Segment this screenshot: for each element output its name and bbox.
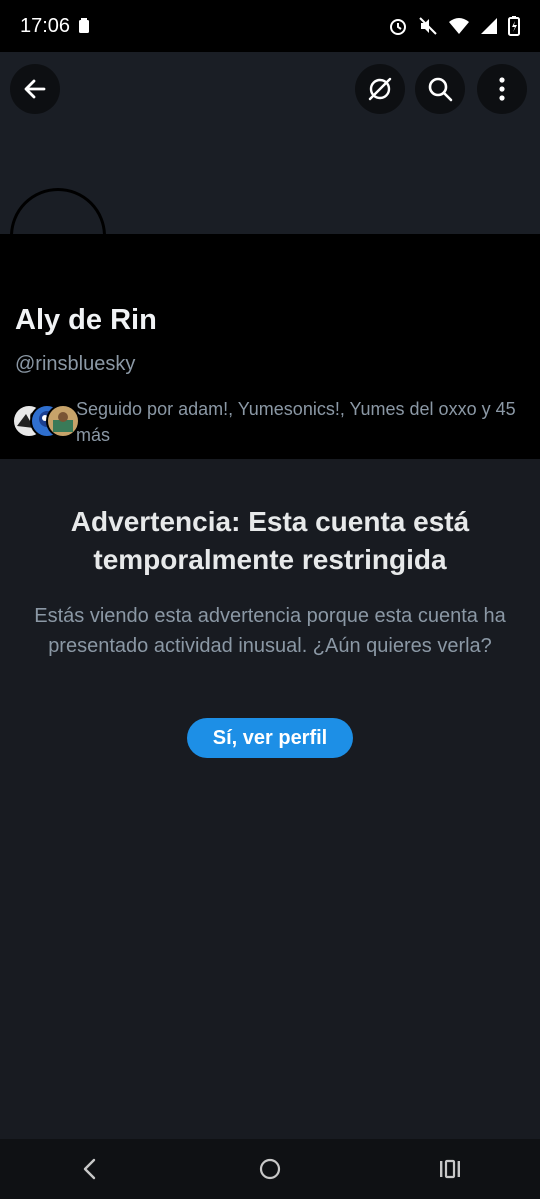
back-button[interactable] xyxy=(10,64,60,114)
avatar[interactable] xyxy=(10,188,106,234)
avatar-ring xyxy=(10,188,106,234)
feed-toggle-button[interactable] xyxy=(355,64,405,114)
display-name: Aly de Rin xyxy=(15,304,157,336)
followed-by-row[interactable]: Seguido por adam!, Yumesonics!, Yumes de… xyxy=(12,396,532,448)
status-bar: 17:06 xyxy=(0,0,540,52)
alarm-icon xyxy=(390,19,406,35)
follower-avatars xyxy=(12,404,80,440)
mute-icon xyxy=(419,17,437,35)
search-icon xyxy=(428,77,453,102)
warning-title: Advertencia: Esta cuenta está temporalme… xyxy=(70,506,470,575)
search-button[interactable] xyxy=(415,64,465,114)
battery-saver-icon xyxy=(79,18,90,33)
nav-back-icon xyxy=(83,1158,96,1180)
battery-charging-icon xyxy=(508,16,520,36)
followed-by-text: Seguido por adam!, Yumesonics!, Yumes de… xyxy=(76,399,516,445)
status-right xyxy=(388,16,520,36)
feed-off-icon xyxy=(368,77,392,101)
more-options-button[interactable] xyxy=(477,64,527,114)
user-handle: @rinsbluesky xyxy=(15,353,136,375)
nav-recents-button[interactable] xyxy=(420,1139,480,1199)
view-profile-button[interactable]: Sí, ver perfil xyxy=(187,718,353,758)
more-vertical-icon xyxy=(499,77,505,101)
status-time: 17:06 xyxy=(20,14,71,37)
status-left: 17:06 xyxy=(20,15,90,38)
nav-home-button[interactable] xyxy=(240,1139,300,1199)
follower-avatar xyxy=(46,404,80,438)
signal-icon xyxy=(481,18,497,34)
nav-back-button[interactable] xyxy=(60,1139,120,1199)
nav-recents-icon xyxy=(440,1159,460,1179)
wifi-icon xyxy=(449,18,469,34)
warning-message: Estás viendo esta advertencia porque est… xyxy=(34,605,506,657)
nav-home-icon xyxy=(259,1158,281,1180)
system-nav-bar xyxy=(0,1139,540,1199)
back-arrow-icon xyxy=(24,79,46,99)
